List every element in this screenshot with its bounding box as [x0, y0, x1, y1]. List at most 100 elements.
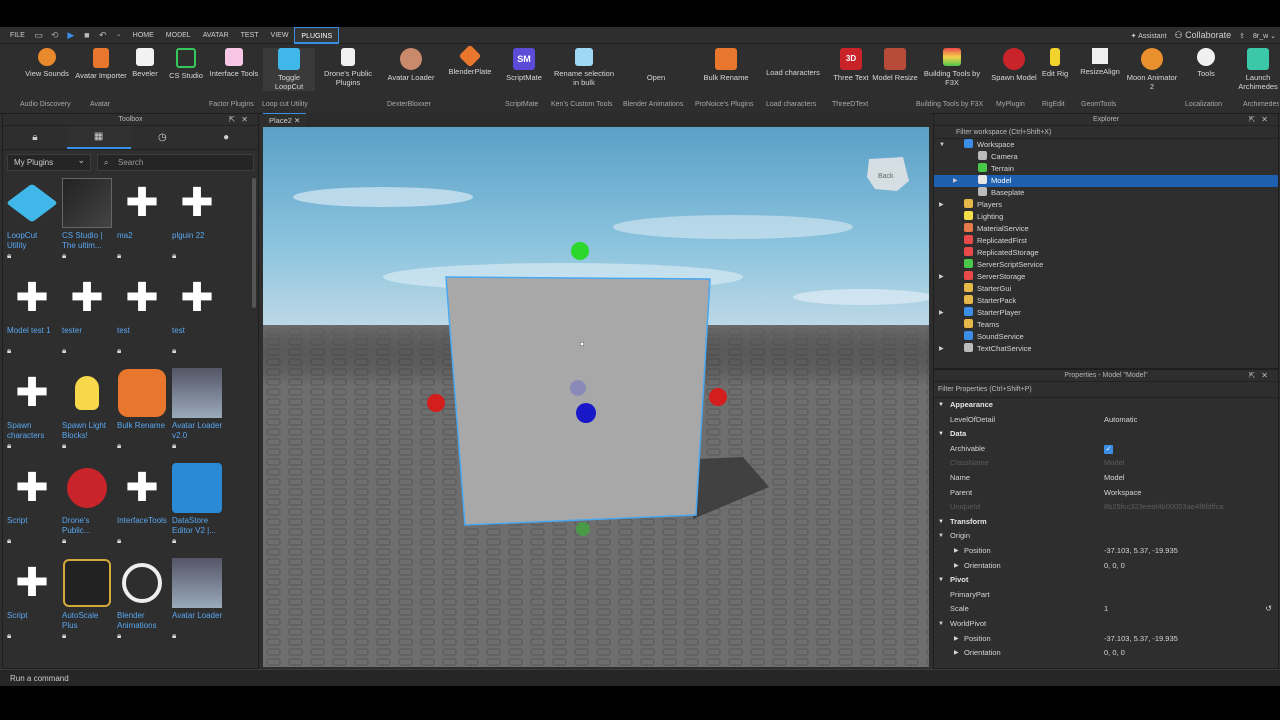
undo-icon[interactable]: ⟲	[50, 30, 60, 40]
explorer-filter-input[interactable]: Filter workspace (Ctrl+Shift+X)	[934, 126, 1278, 139]
avatar-loader-button[interactable]: Avatar Loader	[385, 48, 437, 82]
tab-marketplace[interactable]: ▦	[66, 126, 131, 149]
blenderplate-button[interactable]: BlenderPlate	[444, 44, 496, 76]
drones-plugins-button[interactable]: Drone's Public Plugins	[322, 48, 374, 87]
chevron-right-icon[interactable]: ▶	[939, 199, 944, 211]
model-resize-button[interactable]: Model Resize	[869, 48, 921, 82]
explorer-item-starterplayer[interactable]: ▶ StarterPlayer	[934, 307, 1278, 319]
explorer-item-terrain[interactable]: Terrain	[934, 163, 1278, 175]
plugin-name[interactable]: Drone's Public...	[62, 516, 114, 536]
tools-button[interactable]: Tools	[1180, 48, 1232, 78]
plugin-tile[interactable]: ✚ Script 🔒︎	[7, 463, 59, 555]
tab-inventory[interactable]: 🔒︎	[3, 126, 67, 149]
explorer-item-soundservice[interactable]: SoundService	[934, 331, 1278, 343]
prop-value[interactable]: Automatic	[1104, 413, 1137, 428]
plugin-tile[interactable]: ✚ test 🔒︎	[117, 273, 169, 365]
property-row[interactable]: Parent Workspace	[934, 486, 1278, 501]
explorer-item-serverscriptservice[interactable]: ServerScriptService	[934, 259, 1278, 271]
prop-value[interactable]: 1	[1104, 602, 1108, 617]
moon-animator-button[interactable]: Moon Animator 2	[1126, 48, 1178, 91]
view-sounds-button[interactable]: View Sounds	[21, 48, 73, 78]
user-button[interactable]: 8r_w ⌄	[1253, 32, 1276, 40]
explorer-item-teams[interactable]: Teams	[934, 319, 1278, 331]
plugin-name[interactable]: ma2	[117, 231, 169, 251]
interface-tools-button[interactable]: Interface Tools	[208, 48, 260, 78]
search-input[interactable]: ⌕ Search	[97, 154, 254, 171]
explorer-item-workspace[interactable]: ▼ Workspace	[934, 139, 1278, 151]
load-characters-button[interactable]: Load characters	[762, 68, 824, 77]
menu-file[interactable]: FILE	[4, 27, 31, 44]
plugin-name[interactable]: CS Studio | The ultim...	[62, 231, 114, 251]
explorer-item-camera[interactable]: Camera	[934, 151, 1278, 163]
explorer-item-model[interactable]: ▶ Model	[934, 175, 1278, 187]
plugin-tile[interactable]: Avatar Loader v2.0 🔒︎	[172, 368, 224, 460]
plugin-tile[interactable]: ✚ test 🔒︎	[172, 273, 224, 365]
plugin-name[interactable]: InterfaceTools	[117, 516, 169, 536]
prop-value[interactable]: -37.103, 5.37, -19.935	[1104, 632, 1178, 647]
menu-plugins[interactable]: PLUGINS	[294, 26, 340, 44]
building-tools-button[interactable]: Building Tools by F3X	[922, 48, 982, 87]
plugin-tile[interactable]: ✚ ma2 🔒︎	[117, 178, 169, 270]
plugin-tile[interactable]: AutoScale Plus 🔒︎	[62, 558, 114, 650]
play-icon[interactable]: ▶	[66, 30, 76, 40]
explorer-item-starterpack[interactable]: StarterPack	[934, 295, 1278, 307]
plugin-name[interactable]: test	[117, 326, 169, 346]
panel-controls[interactable]: ⇱✕	[1249, 114, 1274, 126]
prop-value[interactable]: 0, 0, 0	[1104, 559, 1125, 574]
move-handle-green[interactable]	[571, 242, 589, 260]
model-cube[interactable]	[445, 276, 711, 526]
archimedes-button[interactable]: Launch Archimedes	[1236, 48, 1280, 91]
property-row[interactable]: ▶ Position -37.103, 5.37, -19.935	[934, 544, 1278, 559]
explorer-item-baseplate[interactable]: Baseplate	[934, 187, 1278, 199]
property-row[interactable]: LevelOfDetail Automatic	[934, 413, 1278, 428]
plugin-name[interactable]: AutoScale Plus	[62, 611, 114, 631]
plugin-tile[interactable]: LoopCut Utility 🔒︎	[7, 178, 59, 270]
plugin-name[interactable]: Script	[7, 611, 59, 631]
redo-icon[interactable]: ↶	[98, 30, 108, 40]
plugin-name[interactable]: Avatar Loader	[172, 611, 224, 631]
plugin-name[interactable]: Model test 1	[7, 326, 59, 346]
explorer-item-replicatedfirst[interactable]: ReplicatedFirst	[934, 235, 1278, 247]
prop-value[interactable]: 0, 0, 0	[1104, 646, 1125, 661]
explorer-item-replicatedstorage[interactable]: ReplicatedStorage	[934, 247, 1278, 259]
property-row[interactable]: Scale 1 ↺	[934, 602, 1278, 617]
menu-view[interactable]: VIEW	[265, 27, 295, 44]
property-group-worldpivot[interactable]: ▼ WorldPivot	[934, 617, 1278, 632]
plugin-name[interactable]: DataStore Editor V2 |...	[172, 516, 224, 536]
plugin-tile[interactable]: ✚ Spawn characters 🔒︎	[7, 368, 59, 460]
chevron-right-icon[interactable]: ▶	[939, 271, 944, 283]
move-handle-red-right[interactable]	[709, 388, 727, 406]
plugin-tile[interactable]: Blender Animations 🔒︎	[117, 558, 169, 650]
plugin-name[interactable]: plguin 22	[172, 231, 224, 251]
archivable-checkbox[interactable]: ✓	[1104, 444, 1113, 454]
property-row[interactable]: PrimaryPart	[934, 588, 1278, 603]
plugin-tile[interactable]: ✚ plguin 22 🔒︎	[172, 178, 224, 270]
property-row[interactable]: ▶ Orientation 0, 0, 0	[934, 646, 1278, 661]
move-handle-red-left[interactable]	[427, 394, 445, 412]
plugin-name[interactable]: Bulk Rename	[117, 421, 169, 441]
property-group-origin[interactable]: ▼ Origin	[934, 529, 1278, 544]
plugin-tile[interactable]: ✚ InterfaceTools 🔒︎	[117, 463, 169, 555]
cs-studio-button[interactable]: CS Studio	[160, 48, 212, 80]
plugin-tile[interactable]: Drone's Public... 🔒︎	[62, 463, 114, 555]
toggle-loopcut-button[interactable]: Toggle LoopCut	[263, 48, 315, 91]
chevron-right-icon[interactable]: ▶	[939, 307, 944, 319]
plugin-name[interactable]: Script	[7, 516, 59, 536]
plugin-tile[interactable]: Spawn Light Blocks! 🔒︎	[62, 368, 114, 460]
menu-avatar[interactable]: AVATAR	[197, 27, 235, 44]
plugin-name[interactable]: LoopCut Utility	[7, 231, 59, 251]
menu-test[interactable]: TEST	[235, 27, 265, 44]
toolbox-scrollbar[interactable]	[252, 178, 256, 308]
move-handle-blue-back[interactable]	[570, 380, 586, 396]
reset-icon[interactable]: ↺	[1265, 602, 1272, 617]
category-pivot[interactable]: ▼ Pivot	[934, 573, 1278, 588]
assistant-button[interactable]: ✦ Assistant	[1131, 32, 1167, 40]
plugin-tile[interactable]: Avatar Loader 🔒︎	[172, 558, 224, 650]
plugin-name[interactable]: Blender Animations	[117, 611, 169, 631]
prop-value[interactable]: Workspace	[1104, 486, 1141, 501]
move-handle-blue[interactable]	[576, 403, 596, 423]
menu-home[interactable]: HOME	[127, 27, 160, 44]
share-icon[interactable]: ⇪	[1239, 32, 1245, 40]
explorer-item-players[interactable]: ▶ Players	[934, 199, 1278, 211]
panel-controls[interactable]: ⇱✕	[1249, 370, 1274, 382]
